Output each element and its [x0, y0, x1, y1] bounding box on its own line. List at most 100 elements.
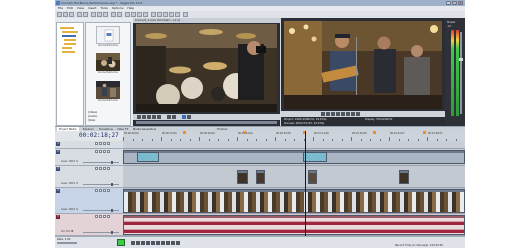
- play-from-start-icon[interactable]: [141, 241, 145, 245]
- track-lane-1[interactable]: [123, 141, 465, 149]
- ripple-edit-icon[interactable]: [163, 12, 168, 17]
- normal-edit-tool-icon[interactable]: [125, 12, 130, 17]
- track-header-5[interactable]: 5 Vol: 0.0 dB: [55, 214, 123, 236]
- selection-tool-icon[interactable]: [137, 12, 142, 17]
- folder-tree[interactable]: [56, 22, 84, 126]
- track-lane-4[interactable]: [123, 188, 465, 214]
- previous-frame-icon[interactable]: [147, 115, 151, 119]
- lock-envelopes-icon[interactable]: [169, 12, 174, 17]
- mute-icon[interactable]: [95, 215, 98, 218]
- file-item[interactable]: Concert-02.mov: [96, 53, 120, 74]
- automation-icon[interactable]: [107, 142, 110, 145]
- snapping-icon[interactable]: [151, 12, 156, 17]
- loop-playback-icon[interactable]: [326, 112, 330, 116]
- track-header-1[interactable]: 1: [55, 141, 123, 149]
- add-before-cursor-icon[interactable]: [187, 115, 191, 119]
- mute-icon[interactable]: [95, 150, 98, 153]
- pause-icon[interactable]: [151, 241, 155, 245]
- fx-icon[interactable]: [103, 167, 106, 170]
- new-project-icon[interactable]: [57, 12, 62, 17]
- help-icon[interactable]: [183, 12, 188, 17]
- stop-icon[interactable]: [142, 115, 146, 119]
- video-event-thumbnail[interactable]: [308, 170, 317, 184]
- trimmer-video-frame[interactable]: [136, 24, 277, 112]
- save-icon[interactable]: [69, 12, 74, 17]
- folder-icon[interactable]: [64, 43, 76, 45]
- fx-icon[interactable]: [103, 215, 106, 218]
- track-level-knob[interactable]: [111, 208, 113, 212]
- fx-icon[interactable]: [103, 150, 106, 153]
- track-level-knob[interactable]: [111, 182, 113, 186]
- audio-event[interactable]: [123, 215, 465, 235]
- marker-icon[interactable]: [423, 131, 426, 134]
- pause-icon[interactable]: [341, 112, 345, 116]
- play-icon[interactable]: [336, 112, 340, 116]
- mute-icon[interactable]: [95, 189, 98, 192]
- loop-icon[interactable]: [157, 115, 161, 119]
- solo-icon[interactable]: [99, 142, 102, 145]
- envelope-tool-icon[interactable]: [131, 12, 136, 17]
- automation-icon[interactable]: [107, 150, 110, 153]
- track-lane-5[interactable]: [123, 214, 465, 236]
- file-item[interactable]: Concert-03.mov: [96, 81, 120, 102]
- fx-icon[interactable]: [103, 189, 106, 192]
- close-button[interactable]: x: [458, 1, 463, 5]
- marker-icon[interactable]: [373, 131, 376, 134]
- preview-video-frame[interactable]: [284, 21, 442, 109]
- go-to-start-icon[interactable]: [351, 112, 355, 116]
- stop-icon[interactable]: [156, 241, 160, 245]
- automation-icon[interactable]: [107, 167, 110, 170]
- timeline-cursor[interactable]: [305, 131, 306, 236]
- track-lane-3[interactable]: [123, 166, 465, 188]
- zoom-tool-icon[interactable]: [143, 12, 148, 17]
- folder-icon[interactable]: [60, 27, 74, 29]
- open-icon[interactable]: [63, 12, 68, 17]
- folder-icon[interactable]: [62, 47, 72, 49]
- folder-icon[interactable]: [62, 51, 75, 53]
- video-event-thumbnail[interactable]: [237, 170, 248, 184]
- go-to-start-icon[interactable]: [161, 241, 165, 245]
- track-level-slider[interactable]: [83, 161, 119, 163]
- redo-icon[interactable]: [117, 12, 122, 17]
- render-icon[interactable]: [77, 12, 82, 17]
- folder-icon[interactable]: [62, 31, 78, 33]
- rate-slider[interactable]: [57, 242, 77, 244]
- go-to-end-icon[interactable]: [356, 112, 360, 116]
- play-icon[interactable]: [146, 241, 150, 245]
- track-level-slider[interactable]: [83, 231, 119, 233]
- automation-icon[interactable]: [107, 189, 110, 192]
- video-event-thumbnail[interactable]: [256, 170, 265, 184]
- track-level-knob[interactable]: [111, 160, 113, 164]
- file-list[interactable]: Concert-01.mov Concert-02.mov Concert-03…: [85, 22, 131, 126]
- previous-frame-icon[interactable]: [171, 241, 175, 245]
- mute-icon[interactable]: [95, 167, 98, 170]
- loop-playback-icon[interactable]: [136, 241, 140, 245]
- track-header-2[interactable]: 2 Level: 100.0 %: [55, 149, 123, 166]
- maximize-button[interactable]: □: [452, 1, 457, 5]
- solo-icon[interactable]: [99, 150, 102, 153]
- video-event[interactable]: [123, 150, 465, 164]
- record-toggle-icon[interactable]: [117, 239, 125, 246]
- stop-icon[interactable]: [346, 112, 350, 116]
- play-from-start-icon[interactable]: [331, 112, 335, 116]
- video-event-thumbnail[interactable]: [399, 170, 409, 184]
- add-to-timeline-icon[interactable]: [182, 115, 186, 119]
- track-level-slider[interactable]: [83, 183, 119, 185]
- record-icon[interactable]: [131, 241, 135, 245]
- play-icon[interactable]: [137, 115, 141, 119]
- ignore-grouping-icon[interactable]: [175, 12, 180, 17]
- track-header-4[interactable]: 4 Level: 100.0 %: [55, 188, 123, 214]
- fx-icon[interactable]: [103, 142, 106, 145]
- mute-icon[interactable]: [95, 142, 98, 145]
- trimmer-scrub-bar[interactable]: [136, 121, 277, 124]
- transition-event[interactable]: [303, 152, 327, 162]
- solo-icon[interactable]: [99, 215, 102, 218]
- set-in-icon[interactable]: [167, 115, 171, 119]
- record-icon[interactable]: [321, 112, 325, 116]
- next-frame-icon[interactable]: [152, 115, 156, 119]
- auto-crossfade-icon[interactable]: [157, 12, 162, 17]
- undo-icon[interactable]: [111, 12, 116, 17]
- marker-icon[interactable]: [183, 131, 186, 134]
- go-to-end-icon[interactable]: [166, 241, 170, 245]
- track-level-knob[interactable]: [111, 230, 113, 234]
